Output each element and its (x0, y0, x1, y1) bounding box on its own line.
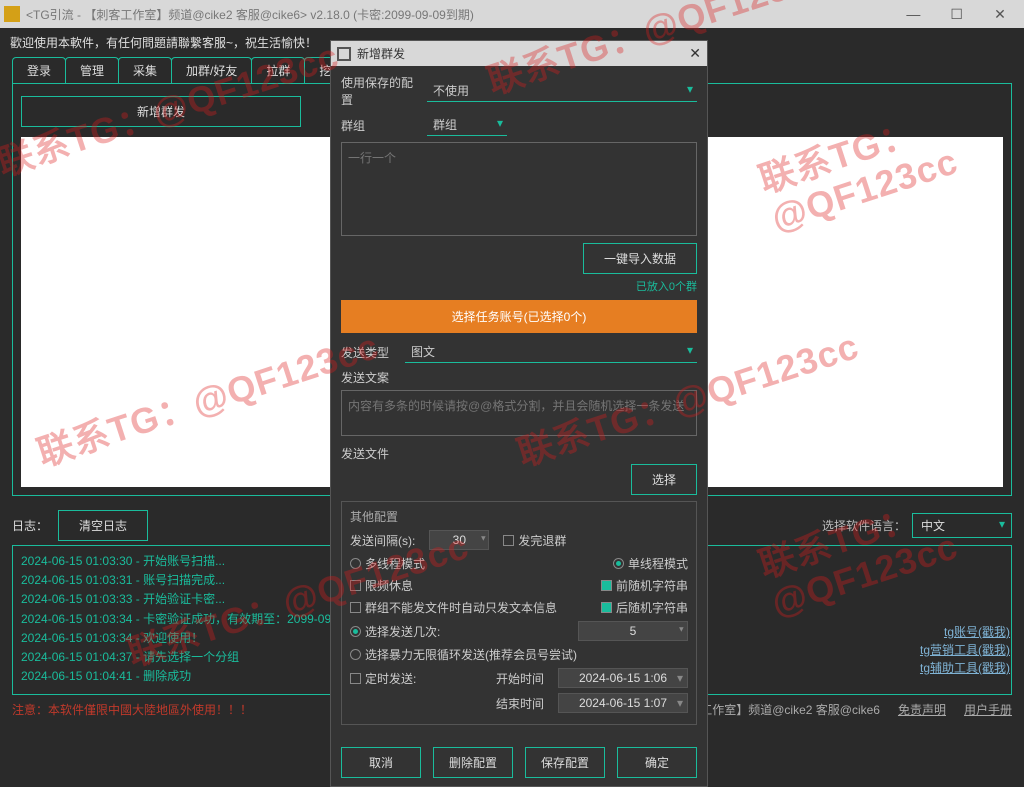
tab-collect[interactable]: 采集 (118, 57, 172, 83)
window-title: <TG引流 - 【刺客工作室】频道@cike2 客服@cike6> v2.18.… (26, 6, 893, 23)
minimize-button[interactable]: — (893, 6, 933, 22)
disclaimer-link[interactable]: 免责声明 (898, 701, 946, 718)
times-input[interactable]: 5 (578, 621, 688, 641)
limit-checkbox[interactable]: 限频休息 (350, 577, 413, 594)
log-label: 日志： (12, 517, 48, 534)
app-icon (4, 6, 20, 22)
select-account-button[interactable]: 选择任务账号(已选择0个) (341, 300, 697, 333)
link-marketing[interactable]: tg营销工具(戳我) (920, 641, 1010, 659)
save-config-button[interactable]: 保存配置 (525, 747, 605, 778)
modal-icon (337, 47, 351, 61)
loop-radio[interactable]: 选择暴力无限循环发送(推荐会员号尝试) (350, 646, 577, 663)
interval-input[interactable]: 30 (429, 530, 489, 550)
window-buttons: — ☐ ✕ (893, 6, 1020, 23)
import-data-button[interactable]: 一键导入数据 (583, 243, 697, 274)
tab-manage[interactable]: 管理 (65, 57, 119, 83)
group-select[interactable]: 群组 (427, 114, 507, 136)
start-time-label: 开始时间 (496, 670, 544, 687)
cancel-button[interactable]: 取消 (341, 747, 421, 778)
nofile-checkbox[interactable]: 群组不能发文件时自动只发文本信息 (350, 599, 557, 616)
delete-config-button[interactable]: 删除配置 (433, 747, 513, 778)
prerand-checkbox[interactable]: 前随机字符串 (601, 577, 688, 594)
multithread-radio[interactable]: 多线程模式 (350, 555, 425, 572)
start-time-input[interactable]: 2024-06-15 1:06 (558, 668, 688, 688)
group-input[interactable] (341, 142, 697, 236)
new-bulk-button[interactable]: 新增群发 (21, 96, 301, 127)
language-label: 选择软件语言： (822, 517, 906, 534)
external-links: tg账号(戳我) tg营销工具(戳我) tg辅助工具(戳我) (920, 623, 1010, 677)
group-label: 群组 (341, 117, 419, 134)
postrand-checkbox[interactable]: 后随机字符串 (601, 599, 688, 616)
sendtype-label: 发送类型 (341, 344, 397, 361)
sendfile-label: 发送文件 (341, 445, 697, 462)
modal-title: 新增群发 (357, 45, 405, 62)
end-time-input[interactable]: 2024-06-15 1:07 (558, 693, 688, 713)
sendtext-input[interactable] (341, 390, 697, 436)
other-config-label: 其他配置 (350, 508, 688, 525)
link-helper[interactable]: tg辅助工具(戳我) (920, 659, 1010, 677)
other-config: 其他配置 发送间隔(s): 30 发完退群 多线程模式 单线程模式 限频休息 前… (341, 501, 697, 725)
language-select[interactable]: 中文 (912, 513, 1012, 538)
singlethread-radio[interactable]: 单线程模式 (613, 555, 688, 572)
sendtext-label: 发送文案 (341, 369, 697, 386)
interval-label: 发送间隔(s): (350, 532, 415, 549)
choose-file-button[interactable]: 选择 (631, 464, 697, 495)
tab-addgroup[interactable]: 加群/好友 (171, 57, 252, 83)
warning-text: 注意：本软件僅限中國大陸地區外使用！！！ (12, 701, 252, 718)
close-button[interactable]: ✕ (980, 6, 1020, 23)
sendtype-select[interactable]: 图文 (405, 341, 697, 363)
tab-pull[interactable]: 拉群 (251, 57, 305, 83)
new-bulk-modal: 新增群发 ✕ 使用保存的配置 不使用 群组 群组 一键导入数据 已放入0个群 选… (330, 40, 708, 787)
titlebar: <TG引流 - 【刺客工作室】频道@cike2 客服@cike6> v2.18.… (0, 0, 1024, 28)
maximize-button[interactable]: ☐ (937, 6, 977, 23)
end-time-label: 结束时间 (496, 695, 544, 712)
times-radio[interactable]: 选择发送几次: (350, 623, 440, 640)
modal-close-icon[interactable]: ✕ (689, 45, 701, 62)
timed-checkbox[interactable]: 定时发送: (350, 670, 416, 687)
ok-button[interactable]: 确定 (617, 747, 697, 778)
clear-log-button[interactable]: 清空日志 (58, 510, 148, 541)
link-account[interactable]: tg账号(戳我) (920, 623, 1010, 641)
use-config-label: 使用保存的配置 (341, 74, 419, 108)
manual-link[interactable]: 用户手册 (964, 701, 1012, 718)
imported-count: 已放入0个群 (341, 278, 697, 294)
use-config-select[interactable]: 不使用 (427, 80, 697, 102)
tab-login[interactable]: 登录 (12, 57, 66, 83)
exit-after-checkbox[interactable]: 发完退群 (503, 532, 566, 549)
modal-titlebar: 新增群发 ✕ (331, 41, 707, 66)
